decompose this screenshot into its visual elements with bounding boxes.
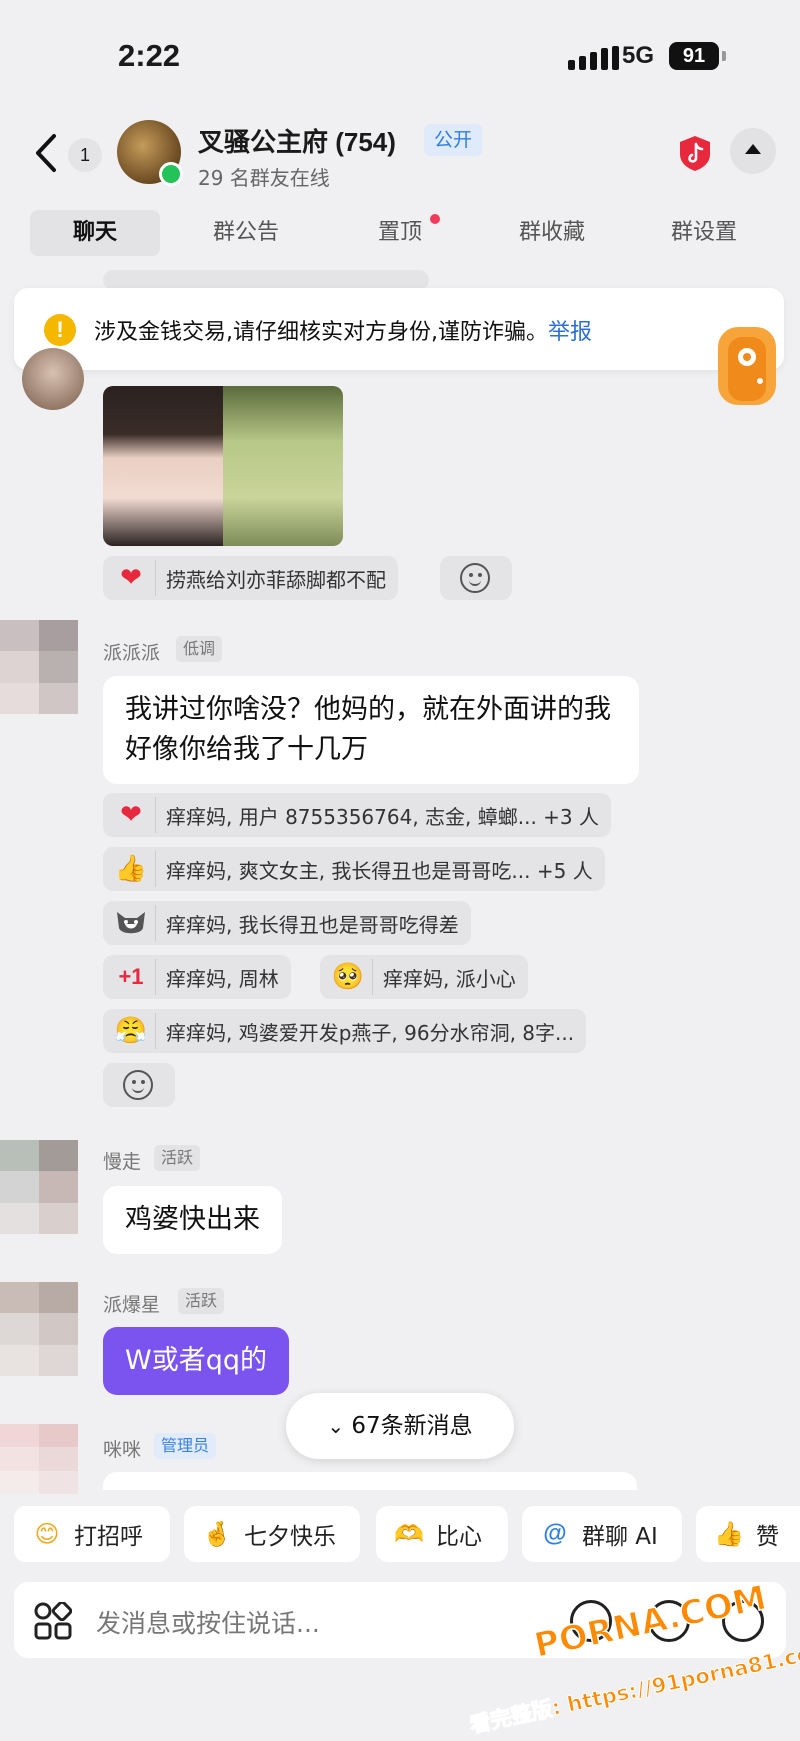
watermark-logo: PORNA.COM 看完整版: https://91porna81.com (470, 1585, 800, 1735)
tab-announcement[interactable]: 群公告 (186, 210, 306, 256)
sender-avatar-pixelated[interactable] (0, 1424, 78, 1494)
tab-settings[interactable]: 群设置 (644, 210, 764, 256)
reaction-heart[interactable]: ❤ 捞燕给刘亦菲舔脚都不配 (103, 556, 398, 600)
sender-name[interactable]: 咪咪 (103, 1435, 141, 1462)
tab-pinned[interactable]: 置顶 (340, 210, 460, 256)
network-type: 5G (622, 42, 655, 69)
husky-icon (113, 905, 156, 941)
wave-icon: 😊 (34, 1520, 60, 1548)
add-reaction-button[interactable] (440, 556, 512, 600)
heart-icon: ❤ (113, 560, 156, 596)
reaction-heart[interactable]: ❤ 痒痒妈, 用户 8755356764, 志金, 蟑螂... +3 人 (103, 793, 612, 837)
reaction-thumbs-up[interactable]: 👍 痒痒妈, 爽文女主, 我长得丑也是哥哥吃... +5 人 (103, 847, 605, 891)
add-reaction-button[interactable] (103, 1063, 175, 1107)
reaction-husky[interactable]: 痒痒妈, 我长得丑也是哥哥吃得差 (103, 901, 471, 945)
apps-grid-icon[interactable] (34, 1602, 72, 1640)
angry-face-icon: 😤 (113, 1013, 156, 1049)
sender-name[interactable]: 慢走 (103, 1147, 141, 1174)
tiktok-shield-icon[interactable] (676, 134, 714, 172)
shared-image[interactable] (103, 386, 343, 546)
role-tag: 活跃 (178, 1288, 225, 1314)
image-right (223, 386, 343, 546)
message-bubble[interactable]: W或者qq的 (103, 1327, 289, 1395)
sender-avatar-pixelated[interactable] (0, 620, 78, 714)
quick-reply-label: 群聊 AI (582, 1524, 658, 1550)
reaction-users: 痒痒妈, 我长得丑也是哥哥吃得差 (166, 912, 459, 937)
battery-icon: 91 (669, 42, 719, 70)
new-messages-label: 67条新消息 (351, 1413, 473, 1439)
status-time: 2:22 (118, 38, 181, 73)
double-chevron-down-icon: ⌄ (327, 1414, 345, 1438)
hidden-reaction (103, 270, 429, 290)
warning-text: 涉及金钱交易,请仔细核实对方身份,谨防诈骗。举报 (94, 314, 592, 346)
thumbs-up-icon: 👍 (113, 851, 156, 887)
online-indicator (159, 162, 183, 186)
image-left (103, 386, 223, 546)
watermark-line-1: PORNA.COM (531, 1585, 770, 1666)
quick-reply-wave[interactable]: 😊 打招呼 (14, 1506, 170, 1562)
quick-reply-label: 七夕快乐 (244, 1524, 336, 1550)
warning-icon: ! (44, 314, 76, 346)
message-bubble[interactable]: 鸡婆快出来 (103, 1186, 282, 1254)
quick-reply-label: 打招呼 (74, 1524, 143, 1550)
reaction-users: 捞燕给刘亦菲舔脚都不配 (166, 567, 386, 592)
report-link[interactable]: 举报 (548, 320, 592, 345)
signal-icon (568, 46, 619, 70)
new-messages-button[interactable]: ⌄ 67条新消息 (286, 1393, 514, 1459)
fraud-warning-banner: ! 涉及金钱交易,请仔细核实对方身份,谨防诈骗。举报 (14, 288, 784, 370)
group-name[interactable]: 叉骚公主府 (754) (198, 122, 396, 159)
smiley-icon (123, 1070, 153, 1100)
public-tag: 公开 (424, 124, 483, 156)
tab-favorites[interactable]: 群收藏 (492, 210, 612, 256)
warning-message: 涉及金钱交易,请仔细核实对方身份,谨防诈骗。 (94, 320, 548, 345)
at-icon: @ (543, 1520, 567, 1547)
reaction-pleading[interactable]: 🥺 痒痒妈, 派小心 (320, 955, 528, 999)
reaction-users: 痒痒妈, 派小心 (383, 966, 516, 991)
quick-reply-label: 赞 (756, 1524, 779, 1550)
pinned-dot (430, 214, 440, 224)
watermark-line-2: 看完整版: https://91porna81.com (470, 1637, 800, 1735)
chat-header: 1 叉骚公主府 (754) 公开 29 名群友在线 (0, 110, 800, 200)
admin-tag: 管理员 (154, 1433, 217, 1459)
reaction-angry[interactable]: 😤 痒痒妈, 鸡婆爱开发p燕子, 96分水帘洞, 8字... (103, 1009, 587, 1053)
online-count: 29 名群友在线 (198, 166, 330, 190)
quick-reply-label: 比心 (436, 1524, 482, 1550)
heart-icon: ❤ (113, 797, 156, 833)
tab-chat[interactable]: 聊天 (30, 210, 160, 256)
reaction-users: 痒痒妈, 鸡婆爱开发p燕子, 96分水帘洞, 8字... (166, 1020, 575, 1045)
reaction-users: 痒痒妈, 周林 (166, 966, 279, 991)
message-bubble-partial (103, 1472, 637, 1490)
pleading-face-icon: 🥺 (330, 959, 373, 995)
reaction-users: 痒痒妈, 爽文女主, 我长得丑也是哥哥吃... +5 人 (166, 858, 593, 883)
quick-reply-group-ai[interactable]: @ 群聊 AI (522, 1506, 682, 1562)
sender-avatar-pixelated[interactable] (0, 1140, 78, 1234)
tab-bar: 聊天 群公告 置顶 群收藏 群设置 (0, 204, 800, 260)
quick-reply-like[interactable]: 👍 赞 (696, 1506, 800, 1562)
quick-reply-qixi[interactable]: 🤞 七夕快乐 (184, 1506, 360, 1562)
battery-tip (722, 51, 726, 61)
reaction-plus-one[interactable]: +1 痒痒妈, 周林 (103, 955, 291, 999)
sender-name[interactable]: 派爆星 (103, 1290, 160, 1317)
quick-reply-heart-hands[interactable]: 🫶 比心 (376, 1506, 508, 1562)
back-arrow-icon[interactable] (30, 132, 66, 174)
door-widget-icon[interactable] (714, 323, 780, 409)
thumbs-up-icon: 👍 (714, 1520, 744, 1548)
sender-avatar-pixelated[interactable] (0, 1282, 78, 1376)
sender-avatar[interactable] (22, 348, 84, 410)
reaction-users: 痒痒妈, 用户 8755356764, 志金, 蟑螂... +3 人 (166, 804, 600, 829)
smiley-icon (460, 563, 490, 593)
collapse-button[interactable] (730, 128, 776, 174)
message-input[interactable]: 发消息或按住说话... (96, 1604, 320, 1640)
status-bar: 2:22 5G 91 (0, 0, 800, 110)
role-tag: 活跃 (154, 1145, 201, 1171)
role-tag: 低调 (176, 636, 223, 662)
message-bubble[interactable]: 我讲过你啥没？他妈的，就在外面讲的我好像你给我了十几万 (103, 676, 639, 784)
unread-badge[interactable]: 1 (68, 138, 102, 172)
heart-hands-icon: 🫶 (394, 1520, 424, 1548)
plus-one-icon: +1 (113, 959, 156, 995)
sender-name[interactable]: 派派派 (103, 638, 160, 665)
qixi-icon: 🤞 (202, 1520, 232, 1548)
